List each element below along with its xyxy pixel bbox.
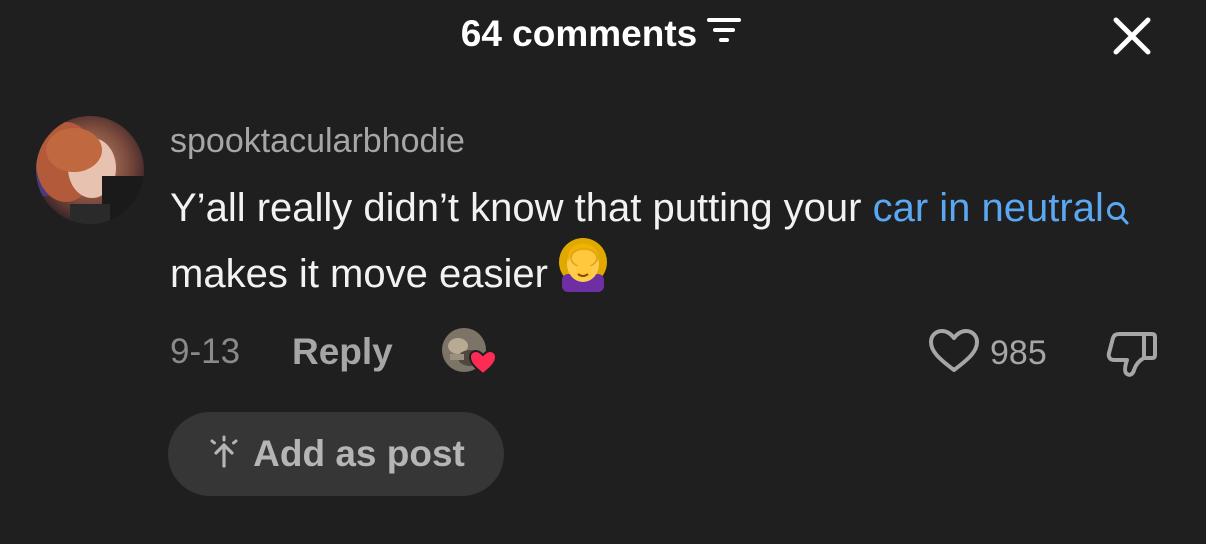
thumbs-down-icon (1106, 332, 1157, 377)
like-count: 985 (990, 333, 1047, 372)
comments-header: 64 comments (0, 10, 1206, 60)
close-button[interactable] (1110, 14, 1154, 58)
comment-date: 9-13 (170, 332, 241, 371)
search-link[interactable]: car in neutral (873, 186, 1130, 230)
add-post-icon (207, 435, 241, 474)
comment-text-before: Y’all really didn’t know that putting yo… (170, 186, 873, 230)
add-as-post-label: Add as post (253, 433, 465, 474)
comment-text-after: makes it move easier (170, 252, 548, 297)
comments-count-title: 64 comments (460, 13, 698, 54)
comments-title-row[interactable]: 64 comments (0, 10, 1206, 58)
close-icon (1113, 17, 1151, 55)
dislike-button[interactable] (1104, 330, 1160, 378)
comments-sheet: 64 comments spooktacularbhodie Y’all rea… (0, 0, 1206, 544)
like-button[interactable]: 985 (928, 328, 1047, 378)
search-link-text: car in neutral (872, 186, 1104, 230)
sort-lines-icon[interactable] (705, 9, 745, 57)
comment-body: Y’all really didn’t know that putting yo… (170, 178, 1160, 309)
comment-username[interactable]: spooktacularbhodie (170, 120, 465, 162)
search-icon (1106, 184, 1130, 244)
face-palm-emoji (554, 234, 612, 309)
reply-button[interactable]: Reply (292, 330, 393, 374)
add-as-post-button[interactable]: Add as post (168, 412, 504, 496)
heart-outline-icon (928, 328, 980, 379)
creator-liked-badge (440, 326, 500, 382)
avatar[interactable] (36, 116, 144, 224)
